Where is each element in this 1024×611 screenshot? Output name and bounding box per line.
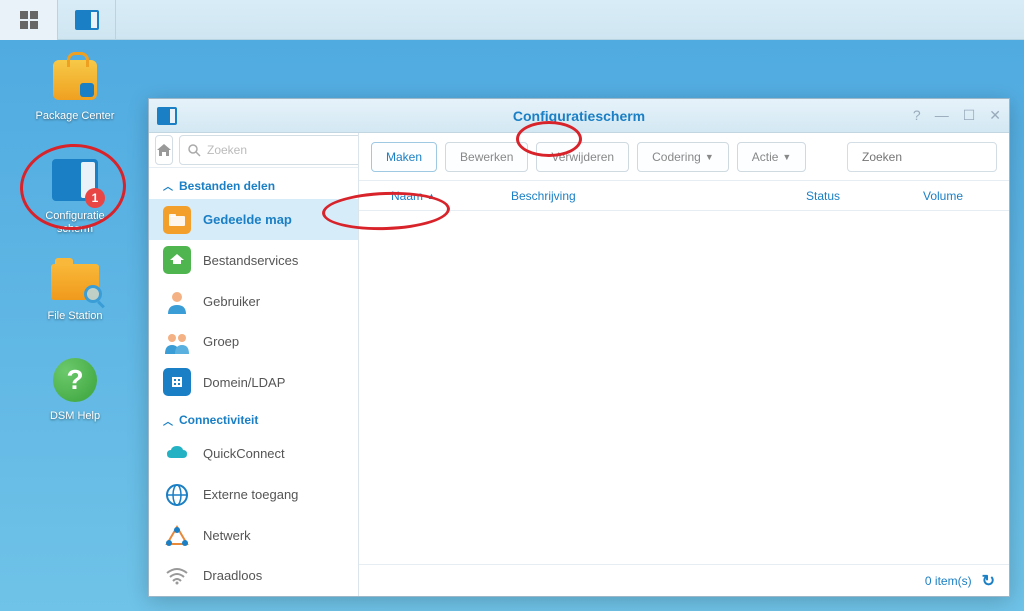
user-icon: [163, 287, 191, 315]
col-name[interactable]: Naam▲: [391, 189, 511, 203]
taskbar: [0, 0, 1024, 40]
item-count: 0 item(s): [925, 574, 972, 588]
sidebar-item-group[interactable]: Groep: [149, 321, 358, 362]
minimize-button[interactable]: —: [935, 107, 949, 124]
delete-button[interactable]: Verwijderen: [536, 142, 629, 172]
icon-label: File Station: [47, 310, 102, 323]
chevron-up-icon: ︿: [163, 413, 173, 428]
window-config-panel: Configuratiescherm ? — ☐ ✕ ︿ Bestanden d…: [148, 98, 1010, 597]
home-button[interactable]: [155, 135, 173, 165]
create-button[interactable]: Maken: [371, 142, 437, 172]
desktop-icon-package-center[interactable]: Package Center: [30, 56, 120, 123]
action-button[interactable]: Actie▼: [737, 142, 807, 172]
desktop-icon-dsm-help[interactable]: ? DSM Help: [30, 356, 120, 423]
sidebar-item-file-services[interactable]: Bestandservices: [149, 240, 358, 281]
chevron-up-icon: ︿: [163, 178, 173, 193]
search-icon: [188, 144, 201, 157]
sidebar-item-quickconnect[interactable]: QuickConnect: [149, 434, 358, 475]
home-icon: [156, 143, 172, 157]
encryption-button[interactable]: Codering▼: [637, 142, 729, 172]
sidebar-item-wireless[interactable]: Draadloos: [149, 555, 358, 596]
caret-down-icon: ▼: [705, 152, 714, 162]
help-icon: ?: [53, 358, 97, 402]
title-bar[interactable]: Configuratiescherm ? — ☐ ✕: [149, 99, 1009, 133]
toolbar-search[interactable]: [847, 142, 997, 172]
filter-input[interactable]: [862, 150, 1009, 164]
col-description[interactable]: Beschrijving: [511, 189, 753, 203]
sidebar-item-domain-ldap[interactable]: Domein/LDAP: [149, 362, 358, 403]
sidebar-item-network[interactable]: Netwerk: [149, 515, 358, 556]
close-button[interactable]: ✕: [989, 107, 1001, 124]
apps-grid-icon: [20, 11, 38, 29]
status-bar: 0 item(s) ↻: [359, 564, 1009, 596]
section-header-connectivity[interactable]: ︿ Connectiviteit: [149, 403, 358, 434]
shopping-bag-icon: [53, 60, 97, 100]
toolbar: Maken Bewerken Verwijderen Codering▼ Act…: [359, 133, 1009, 181]
col-volume[interactable]: Volume: [893, 189, 993, 203]
globe-icon: [163, 481, 191, 509]
icon-label: Configuratie scherm: [30, 210, 120, 236]
notification-badge: 1: [85, 188, 105, 208]
window-title: Configuratiescherm: [149, 108, 1009, 124]
sidebar-item-user[interactable]: Gebruiker: [149, 281, 358, 322]
folder-icon: [51, 264, 99, 300]
network-icon: [163, 521, 191, 549]
main-panel: Maken Bewerken Verwijderen Codering▼ Act…: [359, 133, 1009, 596]
edit-button[interactable]: Bewerken: [445, 142, 528, 172]
shared-folder-icon: [163, 206, 191, 234]
sidebar-item-shared-folder[interactable]: Gedeelde map: [149, 199, 358, 240]
quickconnect-icon: [163, 440, 191, 468]
magnifier-icon: [84, 285, 102, 303]
file-services-icon: [163, 246, 191, 274]
section-header-files[interactable]: ︿ Bestanden delen: [149, 168, 358, 199]
table-body: [359, 211, 1009, 564]
col-status[interactable]: Status: [753, 189, 893, 203]
group-icon: [163, 328, 191, 356]
control-panel-icon: [75, 10, 99, 30]
apps-menu-button[interactable]: [0, 0, 58, 40]
sidebar-item-external-access[interactable]: Externe toegang: [149, 474, 358, 515]
maximize-button[interactable]: ☐: [963, 107, 976, 124]
desktop-icon-config-panel[interactable]: 1 Configuratie scherm: [30, 156, 120, 236]
icon-label: DSM Help: [50, 410, 100, 423]
help-button[interactable]: ?: [913, 107, 921, 124]
icon-label: Package Center: [36, 110, 115, 123]
ldap-icon: [163, 368, 191, 396]
wifi-icon: [163, 562, 191, 590]
search-input[interactable]: [207, 143, 359, 157]
table-header: Naam▲ Beschrijving Status Volume: [359, 181, 1009, 211]
refresh-button[interactable]: ↻: [982, 571, 995, 591]
sidebar-search[interactable]: [179, 135, 359, 165]
sidebar: ︿ Bestanden delen Gedeelde map Bestandse…: [149, 133, 359, 596]
desktop-icon-file-station[interactable]: File Station: [30, 256, 120, 323]
taskbar-item-config[interactable]: [58, 0, 116, 40]
caret-down-icon: ▼: [782, 152, 791, 162]
sort-asc-icon: ▲: [427, 191, 436, 201]
